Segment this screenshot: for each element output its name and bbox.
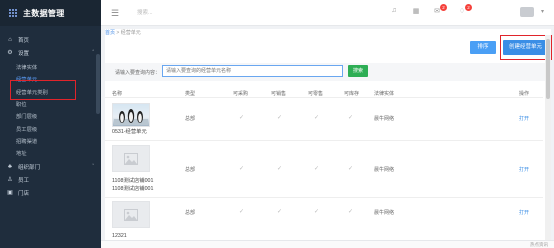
store-icon: ▣ (7, 190, 13, 197)
column-header-purchasable: 可采购 (233, 91, 249, 97)
scrollbar-thumb[interactable] (546, 39, 550, 99)
gear-icon: ⚙ (7, 50, 13, 56)
sidebar: 主数据管理 ⌂ 首页 ⚙ 设置 ˆ 法律实体 经营单元 经营单元类别 职位 部门… (0, 0, 101, 248)
alert-icon[interactable]: ♢ 2 (457, 4, 472, 17)
status-text: 热点资讯 (530, 242, 548, 247)
mail-badge: 2 (440, 4, 447, 11)
sidebar-subitem-legal-entity[interactable]: 法律实体 (0, 61, 101, 73)
open-link[interactable]: 打开 (519, 166, 529, 173)
app-title: 主数据管理 (23, 8, 65, 18)
highlight-box-sidebar (10, 80, 76, 100)
row-legal-entity: 晨牛网络 (374, 210, 395, 216)
sidebar-item-label: 设置 (18, 50, 30, 57)
sidebar-item-settings[interactable]: ⚙ 设置 ˆ (0, 46, 101, 59)
sort-button[interactable]: 排序 (470, 41, 496, 54)
sidebar-item-label: 员工 (18, 177, 30, 184)
breadcrumb-current: 经营单元 (120, 30, 141, 36)
image-placeholder-icon (124, 152, 138, 165)
sidebar-scrollbar[interactable] (96, 54, 100, 114)
sidebar-subitem-dept-level[interactable]: 部门层级 (0, 110, 101, 122)
table-header: 名称 类型 可采购 可销售 可零售 可库存 法律实体 操作 (105, 86, 543, 98)
org-icon: ♣ (8, 163, 12, 170)
grid-icon[interactable]: ▦ (411, 7, 421, 17)
check-icon: ✓ (277, 166, 283, 172)
row-type: 总部 (185, 116, 196, 122)
row-legal-entity: 晨牛网络 (374, 116, 395, 122)
sidebar-item-label: 首页 (18, 37, 30, 44)
sidebar-item-home[interactable]: ⌂ 首页 (0, 33, 101, 46)
row-type: 总部 (185, 167, 196, 173)
status-bar: 热点资讯 (101, 240, 554, 248)
brand: 主数据管理 (0, 0, 101, 26)
sidebar-item-employee[interactable]: ♙ 员工 (0, 173, 101, 186)
check-icon: ✓ (314, 166, 320, 172)
row-name: 0531-经营单元 (112, 129, 147, 135)
chevron-up-icon: ˆ (92, 49, 94, 56)
open-link[interactable]: 打开 (519, 209, 529, 216)
thumbnail-placeholder (112, 145, 150, 172)
table-row: 0531-经营单元 总部 ✓ ✓ ✓ ✓ 晨牛网络 打开 (105, 98, 543, 141)
check-icon: ✓ (314, 115, 320, 121)
avatar[interactable] (520, 7, 534, 17)
home-icon: ⌂ (8, 36, 12, 43)
search-input[interactable] (162, 65, 343, 77)
check-icon: ✓ (239, 209, 245, 215)
top-search-input[interactable]: 搜索... (137, 8, 153, 16)
column-header-stockable: 可库存 (344, 91, 360, 97)
column-header-sellable: 可销售 (271, 91, 287, 97)
sidebar-nav: ⌂ 首页 ⚙ 设置 ˆ 法律实体 经营单元 经营单元类别 职位 部门层级 员工层… (0, 26, 101, 199)
row-legal-entity: 晨牛网络 (374, 167, 395, 173)
thumbnail-image (112, 103, 150, 127)
column-header-name: 名称 (112, 91, 123, 97)
check-icon: ✓ (239, 166, 245, 172)
filter-label: 请输入要查询内容： (115, 70, 161, 76)
sidebar-item-label: 组织部门 (18, 164, 41, 171)
check-icon: ✓ (314, 209, 320, 215)
column-header-action: 操作 (519, 91, 530, 97)
row-name: 1108测试店铺001 (112, 178, 154, 184)
sidebar-subitem-employee-level[interactable]: 员工层级 (0, 122, 101, 134)
menu-toggle-icon[interactable]: ☰ (111, 8, 119, 19)
breadcrumb: 首页 > 经营单元 (105, 29, 141, 36)
alert-badge: 2 (465, 4, 472, 11)
column-header-type: 类型 (185, 91, 196, 97)
sidebar-item-label: 门店 (18, 190, 30, 197)
bell-icon[interactable]: ♫ (389, 7, 399, 17)
content-scrollbar[interactable] (545, 35, 551, 243)
check-icon: ✓ (348, 115, 354, 121)
thumbnail-placeholder (112, 201, 150, 228)
sidebar-item-org[interactable]: ♣ 组织部门 ˇ (0, 160, 101, 173)
image-placeholder-icon (124, 208, 138, 221)
check-icon: ✓ (348, 209, 354, 215)
chevron-down-icon: ˇ (92, 163, 94, 170)
main-content: 首页 > 经营单元 排序 创建经营单元 请输入要查询内容： 搜索 名称 类型 可… (105, 29, 552, 248)
sidebar-subitem-recruit-channel[interactable]: 招聘渠道 (0, 135, 101, 147)
row-name: 12321 (112, 233, 127, 239)
sidebar-subitem-address[interactable]: 地址 (0, 147, 101, 159)
search-button[interactable]: 搜索 (348, 65, 368, 77)
column-header-retailable: 可零售 (308, 91, 324, 97)
check-icon: ✓ (239, 115, 245, 121)
user-icon: ♙ (7, 177, 13, 184)
breadcrumb-home[interactable]: 首页 (105, 30, 115, 36)
app-grid-icon[interactable] (8, 9, 17, 18)
penguin-photo-icon (114, 109, 148, 125)
row-code: 1108测试店铺001 (112, 186, 154, 192)
top-bar: ☰ 搜索... ♫ ▦ ✉ 2 ♢ 2 ▾ (101, 0, 554, 26)
filter-bar: 请输入要查询内容： 搜索 (105, 63, 551, 81)
open-link[interactable]: 打开 (519, 115, 529, 122)
chevron-down-icon[interactable]: ▾ (541, 8, 544, 15)
mail-icon[interactable]: ✉ 2 (432, 4, 447, 17)
check-icon: ✓ (348, 166, 354, 172)
check-icon: ✓ (277, 115, 283, 121)
column-header-legal-entity: 法律实体 (374, 91, 395, 97)
table-row: 1108测试店铺001 1108测试店铺001 总部 ✓ ✓ ✓ ✓ 晨牛网络 … (105, 141, 543, 198)
sidebar-item-store[interactable]: ▣ 门店 (0, 186, 101, 199)
check-icon: ✓ (277, 209, 283, 215)
row-type: 总部 (185, 210, 196, 216)
